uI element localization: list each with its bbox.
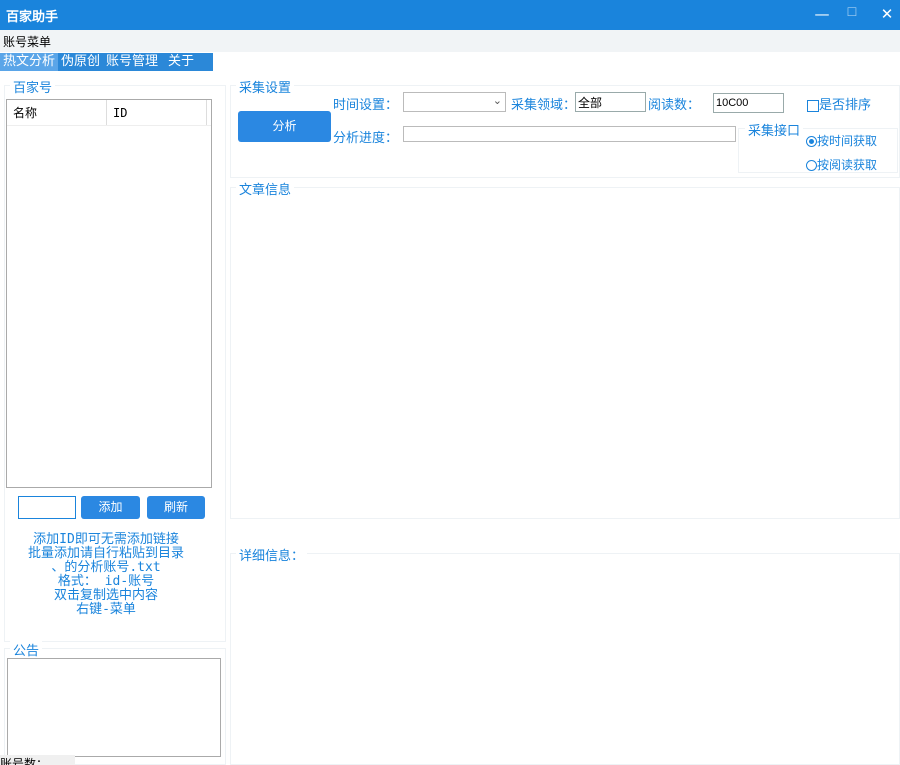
analyze-button[interactable]: 分析 — [238, 111, 331, 142]
status-bar: 账号数： — [0, 755, 75, 765]
help-line: 双击复制选中内容 — [53, 588, 158, 603]
collect-group-title: 采集设置 — [236, 77, 295, 96]
maximize-icon[interactable]: ☐ — [842, 5, 862, 19]
reads-input[interactable] — [713, 93, 784, 113]
notice-title: 公告 — [10, 640, 43, 659]
radio-by-read[interactable]: 按阅读获取 — [806, 156, 877, 173]
articles-group[interactable] — [230, 187, 900, 519]
sort-label: 是否排序 — [819, 98, 872, 113]
column-id[interactable]: ID — [107, 100, 207, 125]
window-title: 百家助手 — [6, 10, 59, 25]
notice-textarea[interactable] — [7, 658, 221, 757]
help-line: 、的分析账号.txt — [51, 560, 161, 575]
reads-label: 阅读数： — [648, 98, 701, 113]
baijia-group-title: 百家号 — [10, 77, 56, 96]
help-text: 添加ID即可无需添加链接 批量添加请自行粘贴到目录 、的分析账号.txt 格式：… — [10, 533, 202, 617]
title-bar: 百家助手 — ☐ ✕ — [0, 0, 900, 30]
api-group-title: 采集接口 — [745, 120, 804, 139]
column-name[interactable]: 名称 — [7, 100, 107, 125]
help-line: 右键-菜单 — [76, 602, 136, 617]
add-button[interactable]: 添加 — [81, 496, 140, 519]
id-input[interactable] — [18, 496, 76, 519]
articles-group-title: 文章信息 — [236, 179, 295, 198]
field-input[interactable] — [575, 92, 646, 112]
tab-pseudo-original[interactable]: 伪原创 — [58, 53, 103, 71]
tab-account-manage[interactable]: 账号管理 — [103, 53, 161, 71]
menu-bar: 账号菜单 — [0, 30, 900, 52]
tab-strip: 热文分析 伪原创 账号管理 关于 — [0, 53, 213, 71]
radio-label: 按时间获取 — [817, 134, 878, 148]
progress-label: 分析进度： — [333, 131, 399, 146]
time-label: 时间设置： — [333, 98, 399, 113]
time-select[interactable]: ⌄ — [403, 92, 506, 112]
help-line: 格式： id-账号 — [57, 574, 155, 589]
sort-checkbox[interactable]: 是否排序 — [807, 94, 871, 113]
detail-label: 详细信息： — [236, 545, 308, 564]
chevron-down-icon: ⌄ — [492, 94, 502, 107]
detail-group[interactable] — [230, 553, 900, 765]
help-line: 批量添加请自行粘贴到目录 — [27, 546, 184, 561]
checkbox-icon — [807, 99, 819, 112]
help-line: 添加ID即可无需添加链接 — [33, 532, 179, 547]
progress-bar — [403, 126, 736, 142]
tab-about[interactable]: 关于 — [165, 53, 197, 71]
tab-hot-article[interactable]: 热文分析 — [0, 53, 59, 71]
radio-icon — [806, 136, 817, 147]
radio-label: 按阅读获取 — [817, 158, 878, 172]
menu-account[interactable]: 账号菜单 — [3, 33, 51, 50]
close-icon[interactable]: ✕ — [877, 5, 897, 23]
minimize-icon[interactable]: — — [812, 5, 832, 23]
refresh-button[interactable]: 刷新 — [147, 496, 205, 519]
account-list[interactable]: 名称 ID — [6, 99, 212, 488]
field-label: 采集领域： — [511, 98, 577, 113]
radio-by-time[interactable]: 按时间获取 — [806, 132, 877, 149]
radio-icon — [806, 160, 817, 171]
account-count: 账号数： — [0, 757, 49, 765]
